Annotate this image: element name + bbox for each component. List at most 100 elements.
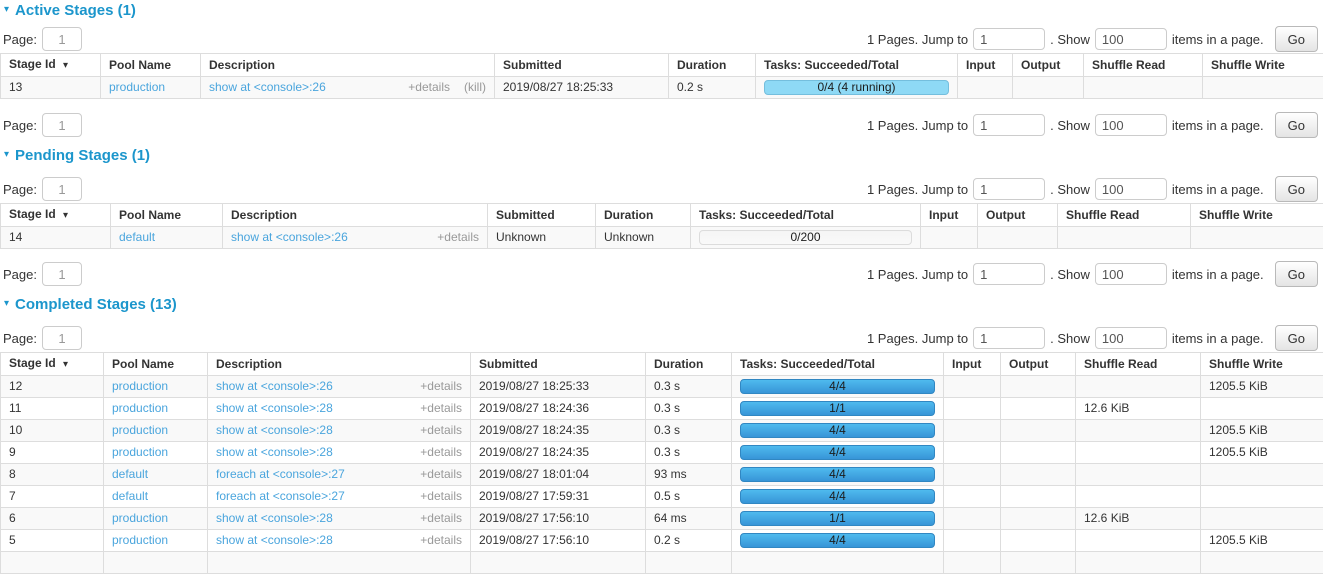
tasks-progress-bar: 4/4 <box>740 489 935 504</box>
column-header[interactable]: Submitted <box>471 353 646 376</box>
column-header[interactable]: Pool Name <box>111 204 223 227</box>
column-header[interactable]: Shuffle Write <box>1191 204 1323 227</box>
column-header[interactable]: Shuffle Write <box>1203 54 1323 77</box>
details-toggle[interactable]: +details <box>408 80 450 95</box>
pool-name-link[interactable]: production <box>112 511 168 525</box>
output-cell <box>1001 486 1076 508</box>
page-number-input[interactable] <box>42 177 82 201</box>
description-cell: show at <console>:28 +details <box>208 530 471 552</box>
description-link[interactable]: show at <console>:28 <box>216 445 333 460</box>
page-size-input[interactable] <box>1095 114 1167 136</box>
column-header[interactable]: Output <box>978 204 1058 227</box>
details-toggle[interactable]: +details <box>420 379 462 394</box>
page-number-input[interactable] <box>42 113 82 137</box>
items-per-page-label: items in a page. <box>1172 182 1264 197</box>
kill-link[interactable]: (kill) <box>464 80 486 95</box>
column-header[interactable]: Submitted <box>488 204 596 227</box>
pagination-left: Page: <box>3 262 82 286</box>
column-header[interactable]: Stage Id ▾ <box>1 353 104 376</box>
column-header[interactable]: Duration <box>646 353 732 376</box>
pool-name-link[interactable]: production <box>112 533 168 547</box>
jump-to-page-input[interactable] <box>973 114 1045 136</box>
details-toggle[interactable]: +details <box>420 423 462 438</box>
pool-name-link[interactable]: production <box>112 445 168 459</box>
column-header[interactable]: Duration <box>596 204 691 227</box>
page-size-input[interactable] <box>1095 263 1167 285</box>
description-link[interactable]: foreach at <console>:27 <box>216 467 345 482</box>
shuffle-write-cell: 1205.5 KiB <box>1201 376 1323 398</box>
column-header[interactable]: Duration <box>669 54 756 77</box>
column-header[interactable]: Description <box>201 54 495 77</box>
column-header[interactable]: Shuffle Read <box>1058 204 1191 227</box>
column-header[interactable]: Stage Id ▾ <box>1 204 111 227</box>
go-button[interactable]: Go <box>1275 26 1318 52</box>
jump-to-page-input[interactable] <box>973 178 1045 200</box>
column-header[interactable]: Tasks: Succeeded/Total <box>691 204 921 227</box>
pool-name-link[interactable]: production <box>112 379 168 393</box>
column-header[interactable]: Submitted <box>495 54 669 77</box>
page-size-input[interactable] <box>1095 28 1167 50</box>
pages-count-text: 1 Pages. Jump to <box>867 118 968 133</box>
jump-to-page-input[interactable] <box>973 327 1045 349</box>
column-header[interactable]: Pool Name <box>104 353 208 376</box>
column-header[interactable]: Tasks: Succeeded/Total <box>756 54 958 77</box>
column-header[interactable]: Input <box>921 204 978 227</box>
go-button[interactable]: Go <box>1275 261 1318 287</box>
pool-name-link[interactable]: production <box>112 401 168 415</box>
column-header[interactable]: Shuffle Write <box>1201 353 1323 376</box>
output-cell <box>1001 508 1076 530</box>
page-size-input[interactable] <box>1095 178 1167 200</box>
description-link[interactable]: foreach at <console>:27 <box>216 489 345 504</box>
go-button[interactable]: Go <box>1275 325 1318 351</box>
pool-name-cell: production <box>104 442 208 464</box>
table-header-row: Stage Id ▾ Pool Name Description Submitt… <box>1 54 1323 77</box>
column-header[interactable]: Input <box>944 353 1001 376</box>
section-title-pending[interactable]: ▾ Pending Stages (1) <box>0 147 1323 163</box>
table-header-row: Stage Id ▾ Pool Name Description Submitt… <box>1 353 1323 376</box>
pool-name-link[interactable]: default <box>112 489 148 503</box>
stages-table: Stage Id ▾ Pool Name Description Submitt… <box>0 203 1323 249</box>
table-row: 5 production show at <console>:28 +detai… <box>1 530 1323 552</box>
details-toggle[interactable]: +details <box>420 445 462 460</box>
details-toggle[interactable]: +details <box>420 511 462 526</box>
column-header[interactable]: Description <box>223 204 488 227</box>
pool-name-link[interactable]: default <box>112 467 148 481</box>
column-header[interactable]: Stage Id ▾ <box>1 54 101 77</box>
details-toggle[interactable]: +details <box>420 467 462 482</box>
page-number-input[interactable] <box>42 27 82 51</box>
description-link[interactable]: show at <console>:28 <box>216 423 333 438</box>
column-header[interactable]: Pool Name <box>101 54 201 77</box>
section-title-completed[interactable]: ▾ Completed Stages (13) <box>0 296 1323 312</box>
details-toggle[interactable]: +details <box>420 401 462 416</box>
go-button[interactable]: Go <box>1275 112 1318 138</box>
description-link[interactable]: show at <console>:28 <box>216 511 333 526</box>
details-toggle[interactable]: +details <box>437 230 479 245</box>
column-header[interactable]: Output <box>1001 353 1076 376</box>
section-title-active[interactable]: ▾ Active Stages (1) <box>0 2 1323 18</box>
description-link[interactable]: show at <console>:28 <box>216 533 333 548</box>
column-header[interactable]: Shuffle Read <box>1084 54 1203 77</box>
go-button[interactable]: Go <box>1275 176 1318 202</box>
description-link[interactable]: show at <console>:26 <box>209 80 326 95</box>
shuffle-write-cell <box>1203 77 1323 99</box>
column-header[interactable]: Shuffle Read <box>1076 353 1201 376</box>
page-number-input[interactable] <box>42 262 82 286</box>
details-toggle[interactable]: +details <box>420 489 462 504</box>
column-header[interactable]: Output <box>1013 54 1084 77</box>
jump-to-page-input[interactable] <box>973 28 1045 50</box>
input-cell <box>944 486 1001 508</box>
column-header[interactable]: Tasks: Succeeded/Total <box>732 353 944 376</box>
details-toggle[interactable]: +details <box>420 533 462 548</box>
column-header[interactable]: Description <box>208 353 471 376</box>
column-header[interactable]: Input <box>958 54 1013 77</box>
page-size-input[interactable] <box>1095 327 1167 349</box>
pool-name-link[interactable]: production <box>109 80 165 94</box>
pool-name-link[interactable]: production <box>112 423 168 437</box>
page-number-input[interactable] <box>42 326 82 350</box>
description-link[interactable]: show at <console>:26 <box>216 379 333 394</box>
description-link[interactable]: show at <console>:28 <box>216 401 333 416</box>
description-link[interactable]: show at <console>:26 <box>231 230 348 245</box>
pool-name-link[interactable]: default <box>119 230 155 244</box>
jump-to-page-input[interactable] <box>973 263 1045 285</box>
tasks-progress-label: 4/4 <box>741 446 934 459</box>
